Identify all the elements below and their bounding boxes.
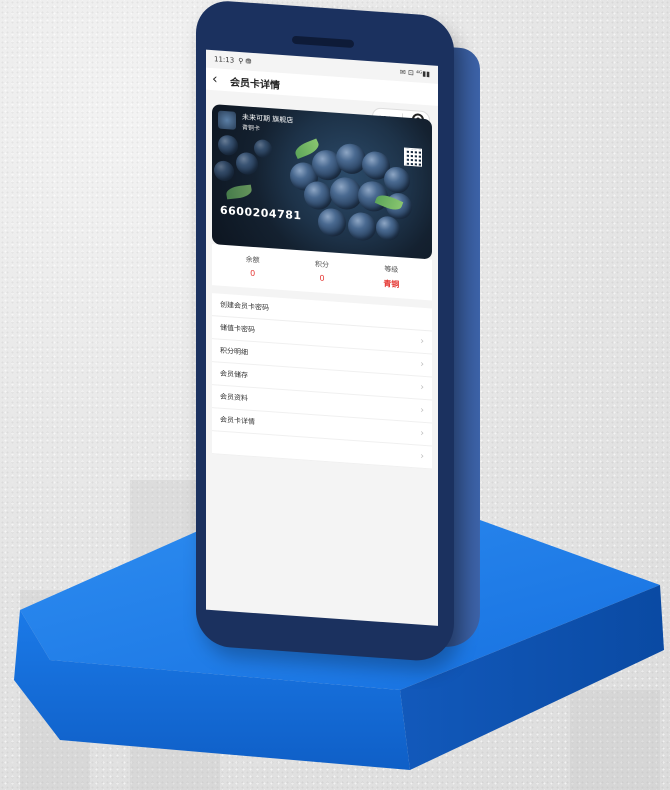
menu-list: 创建会员卡密码 储值卡密码 › 积分明细 › 会员储存 › 会员资料 › 会员卡… — [212, 293, 432, 470]
stat-label: 余额 — [245, 255, 260, 265]
list-item-label: 会员资料 — [220, 392, 248, 403]
list-item-label: 会员储存 — [220, 369, 248, 380]
list-item-label: 储值卡密码 — [220, 323, 255, 335]
page-title: 会员卡详情 — [230, 76, 280, 92]
list-item-label: 积分明细 — [220, 346, 248, 357]
chevron-right-icon: › — [420, 336, 424, 347]
phone-mockup: 11:13 ⚲ ⛃ ✉ ⊡ ⁴ᴳ▮▮ ‹ 会员卡详情 ••• — [196, 0, 486, 664]
stat-balance[interactable]: 余额 0 — [218, 253, 287, 283]
stat-label: 积分 — [314, 260, 329, 270]
stat-value: 青铜 — [383, 279, 400, 290]
stat-value: 0 — [250, 268, 256, 279]
chevron-right-icon: › — [420, 382, 424, 393]
chevron-right-icon: › — [420, 359, 424, 370]
stat-value: 0 — [319, 273, 325, 283]
stat-level[interactable]: 等级 青铜 — [357, 262, 426, 292]
leaf-decoration — [225, 184, 253, 200]
stat-points[interactable]: 积分 0 — [287, 257, 356, 287]
phone-screen: 11:13 ⚲ ⛃ ✉ ⊡ ⁴ᴳ▮▮ ‹ 会员卡详情 ••• — [206, 49, 438, 626]
status-time: 11:13 — [214, 55, 235, 65]
card-level: 青铜卡 — [242, 124, 261, 133]
member-card[interactable]: 未来可期 旗舰店 青铜卡 6600204781 — [212, 104, 432, 260]
status-signal: ⚲ ⛃ — [238, 56, 252, 66]
back-icon[interactable]: ‹ — [212, 71, 226, 88]
phone-body: 11:13 ⚲ ⛃ ✉ ⊡ ⁴ᴳ▮▮ ‹ 会员卡详情 ••• — [196, 0, 454, 664]
chevron-right-icon: › — [420, 451, 424, 462]
list-item-label: 会员卡详情 — [220, 415, 255, 427]
chevron-right-icon: › — [420, 405, 424, 416]
chevron-right-icon: › — [420, 428, 424, 439]
card-number: 6600204781 — [220, 203, 302, 223]
stat-label: 等级 — [384, 265, 399, 275]
qr-code-icon[interactable] — [404, 147, 422, 167]
shop-avatar — [218, 110, 236, 130]
phone-speaker — [292, 35, 354, 49]
status-indicators: ✉ ⊡ ⁴ᴳ▮▮ — [399, 68, 430, 79]
